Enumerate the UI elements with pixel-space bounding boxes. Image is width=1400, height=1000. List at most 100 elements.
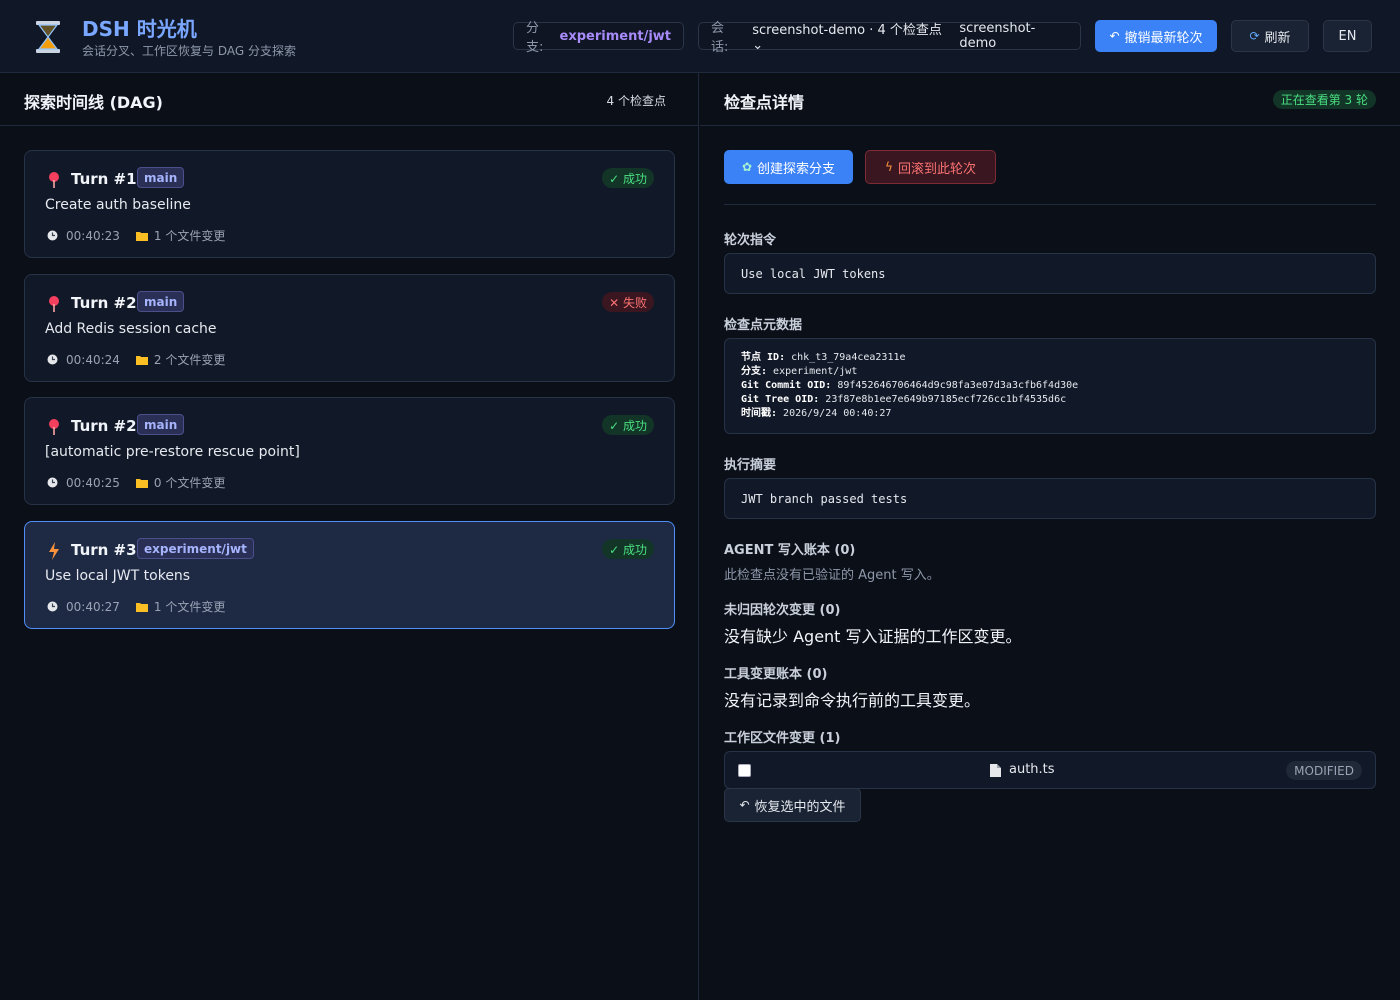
clock-icon [47, 477, 58, 488]
turn-description: Use local JWT tokens [45, 568, 191, 584]
turn-number: Turn #3 [71, 541, 137, 559]
clock-icon [47, 354, 58, 365]
create-branch-button[interactable]: ✿ 创建探索分支 [724, 150, 853, 184]
turn-meta: 00:40:27 1 个文件变更 [47, 598, 225, 615]
tool-ledger-label: 工具变更账本 (0) [724, 667, 828, 682]
agent-ledger-label: AGENT 写入账本 (0) [724, 543, 856, 558]
pin-icon [49, 296, 59, 312]
lightning-icon: ϟ [885, 160, 893, 174]
turn-time: 00:40:23 [66, 228, 120, 243]
restore-selected-files-button[interactable]: ↶ 恢复选中的文件 [724, 788, 861, 822]
turn-meta: 00:40:23 1 个文件变更 [47, 227, 225, 244]
turn-number: Turn #1 [71, 170, 137, 188]
metadata-row: 时间戳: 2026/9/24 00:40:27 [741, 408, 892, 419]
instruction-box: Use local JWT tokens [724, 253, 1376, 294]
metadata-row: Git Tree OID: 23f87e8b1ee7e649b97185ecf7… [741, 394, 1067, 405]
agent-ledger-note: 此检查点没有已验证的 Agent 写入。 [724, 568, 940, 583]
undo-latest-turn-button[interactable]: ↶ 撤销最新轮次 [1095, 20, 1217, 52]
details-panel: 检查点详情 正在查看第 3 轮 ✿ 创建探索分支 ϟ 回滚到此轮次 轮次指令 U… [700, 73, 1400, 1000]
pin-icon [49, 419, 59, 435]
divider [724, 204, 1376, 205]
file-change-count: 1 个文件变更 [153, 600, 226, 614]
folder-icon [135, 478, 148, 488]
turn-description: Create auth baseline [45, 197, 191, 213]
turn-time: 00:40:25 [66, 475, 120, 490]
undo-icon: ↶ [1109, 29, 1120, 43]
session-key: 会话: [711, 21, 729, 55]
workspace-files-label: 工作区文件变更 (1) [724, 731, 841, 746]
sprout-icon: ✿ [741, 160, 753, 174]
turn-time: 00:40:27 [66, 599, 120, 614]
refresh-label: 刷新 [1264, 30, 1291, 46]
language-button[interactable]: EN [1323, 20, 1372, 52]
restore-turn-label: 回滚到此轮次 [897, 161, 976, 177]
unattributed-label: 未归因轮次变更 (0) [724, 603, 841, 618]
checkpoint-count: 4 个检查点 [606, 94, 666, 108]
chevron-down-icon: ⌄ [752, 38, 764, 53]
create-branch-label: 创建探索分支 [757, 161, 836, 177]
timeline-header: 探索时间线 (DAG) 4 个检查点 [0, 73, 698, 126]
turn-time: 00:40:24 [66, 352, 120, 367]
instruction-label: 轮次指令 [724, 233, 777, 248]
session-value: screenshot-demo [959, 21, 1036, 51]
branch-value: experiment/jwt [559, 28, 671, 44]
app-title: DSH 时光机 [82, 17, 197, 41]
metadata-row: Git Commit OID: 89f452646706464d9c98fa3e… [741, 380, 1079, 391]
turn-number: Turn #2 [71, 294, 137, 312]
folder-icon [135, 602, 148, 612]
viewing-badge: 正在查看第 3 轮 [1272, 90, 1376, 109]
metadata-row: 节点 ID: chk_t3_79a4cea2311e [741, 352, 906, 363]
hourglass-icon [36, 21, 60, 53]
branch-tag: main [137, 167, 185, 188]
file-change-count: 0 个文件变更 [153, 476, 226, 490]
restore-turn-button[interactable]: ϟ 回滚到此轮次 [865, 150, 996, 184]
refresh-button[interactable]: ⟳ 刷新 [1231, 20, 1309, 52]
turn-number: Turn #2 [71, 417, 137, 435]
pin-icon [49, 172, 59, 188]
branch-key: 分支: [526, 21, 544, 55]
folder-icon [135, 355, 148, 365]
status-badge: ✕ 失败 [602, 292, 654, 312]
metadata-label: 检查点元数据 [724, 318, 803, 333]
tool-ledger-note: 没有记录到命令执行前的工具变更。 [724, 691, 981, 710]
file-change-count: 1 个文件变更 [153, 229, 226, 243]
file-change-count: 2 个文件变更 [153, 353, 226, 367]
turn-description: Add Redis session cache [45, 321, 217, 337]
refresh-icon: ⟳ [1249, 29, 1260, 43]
file-status-badge: MODIFIED [1286, 761, 1362, 780]
file-checkbox[interactable] [738, 764, 751, 777]
undo-label: 撤销最新轮次 [1124, 30, 1203, 46]
folder-icon [135, 231, 148, 241]
branch-indicator: 分支: experiment/jwt [513, 21, 684, 55]
turn-meta: 00:40:24 2 个文件变更 [47, 351, 225, 368]
top-bar: DSH 时光机 会话分叉、工作区恢复与 DAG 分支探索 分支: experim… [0, 0, 1400, 73]
checkpoint-card[interactable]: Turn #1 main ✓ 成功 Create auth baseline 0… [24, 150, 675, 258]
status-badge: ✓ 成功 [602, 168, 654, 188]
app-subtitle: 会话分叉、工作区恢复与 DAG 分支探索 [82, 44, 296, 58]
session-select[interactable]: screenshot-demo · 4 个检查点 ⌄ [752, 19, 949, 53]
timeline-panel: 探索时间线 (DAG) 4 个检查点 Turn #1 main ✓ 成功 Cre… [0, 73, 699, 1000]
turn-description: [automatic pre-restore rescue point] [45, 444, 300, 460]
details-header: 检查点详情 正在查看第 3 轮 [700, 73, 1400, 126]
file-row: auth.ts MODIFIED [724, 751, 1376, 789]
lightning-icon [49, 542, 59, 560]
session-picker: 会话: screenshot-demo · 4 个检查点 ⌄ screensho… [698, 19, 1081, 55]
clock-icon [47, 230, 58, 241]
details-title: 检查点详情 [724, 93, 805, 112]
undo-icon: ↶ [739, 798, 750, 812]
branch-tag: main [137, 291, 185, 312]
file-icon [990, 764, 1001, 777]
restore-files-label: 恢复选中的文件 [754, 799, 846, 815]
clock-icon [47, 601, 58, 612]
unattributed-note: 没有缺少 Agent 写入证据的工作区变更。 [724, 627, 1022, 646]
branch-tag: experiment/jwt [137, 538, 254, 559]
status-badge: ✓ 成功 [602, 415, 654, 435]
file-name: auth.ts [1009, 762, 1055, 777]
checkpoint-card[interactable]: Turn #2 main ✕ 失败 Add Redis session cach… [24, 274, 675, 382]
checkpoint-card-selected[interactable]: Turn #3 experiment/jwt ✓ 成功 Use local JW… [24, 521, 675, 629]
timeline-title: 探索时间线 (DAG) [24, 93, 163, 112]
summary-box: JWT branch passed tests [724, 478, 1376, 519]
status-badge: ✓ 成功 [602, 539, 654, 559]
turn-meta: 00:40:25 0 个文件变更 [47, 474, 225, 491]
checkpoint-card[interactable]: Turn #2 main ✓ 成功 [automatic pre-restore… [24, 397, 675, 505]
